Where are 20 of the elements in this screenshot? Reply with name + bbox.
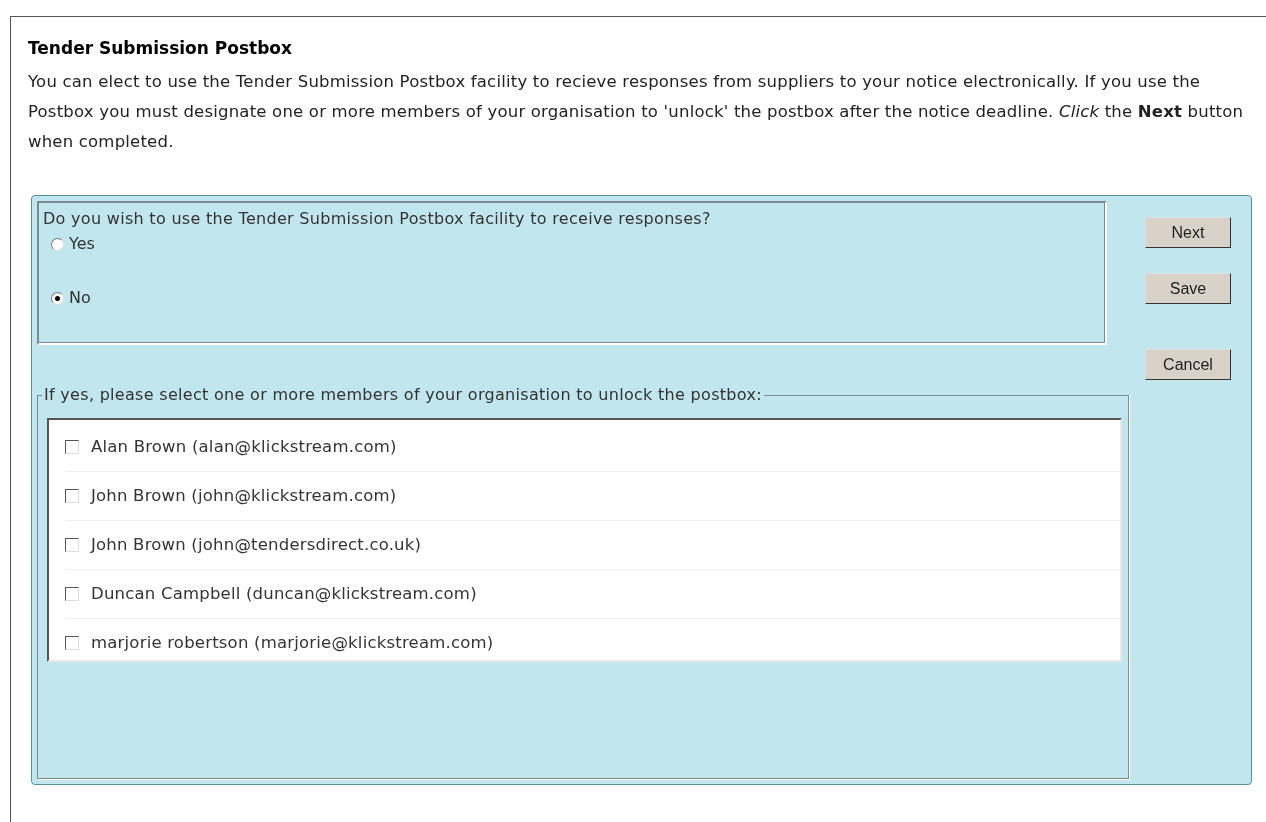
option-label: Yes (69, 233, 95, 255)
member-label: John Brown (john@klickstream.com) (91, 484, 397, 507)
form-button[interactable]: Save (1145, 273, 1231, 304)
checkbox[interactable] (65, 635, 79, 650)
radio-button[interactable] (51, 237, 64, 251)
option-label: No (69, 287, 91, 309)
member-label: marjorie robertson (marjorie@klickstream.com) (91, 631, 494, 654)
checkbox[interactable] (65, 439, 79, 454)
checkbox[interactable] (65, 488, 79, 503)
page-heading: Tender Submission Postbox (28, 37, 293, 59)
member-label: John Brown (john@tendersdirect.co.uk) (91, 533, 422, 556)
radio-button[interactable] (51, 291, 64, 305)
form-button[interactable]: Cancel (1145, 349, 1231, 380)
checkbox[interactable] (65, 537, 79, 552)
member-label: Duncan Campbell (duncan@klickstream.com) (91, 582, 477, 605)
checkbox[interactable] (65, 586, 79, 601)
intro-paragraph: You can elect to use the Tender Submission Postbox facility to recieve responses from suppliers to your notice electronically. If you use the Postbox you must designate one or more members of your organisation to 'unlock' the postbox after the notice deadline. Click the Next button when completed. (28, 71, 1245, 153)
member-label: Alan Brown (alan@klickstream.com) (91, 435, 397, 458)
question-label: Do you wish to use the Tender Submission Postbox facility to receive responses? (43, 208, 712, 230)
form-button[interactable]: Next (1145, 217, 1231, 248)
